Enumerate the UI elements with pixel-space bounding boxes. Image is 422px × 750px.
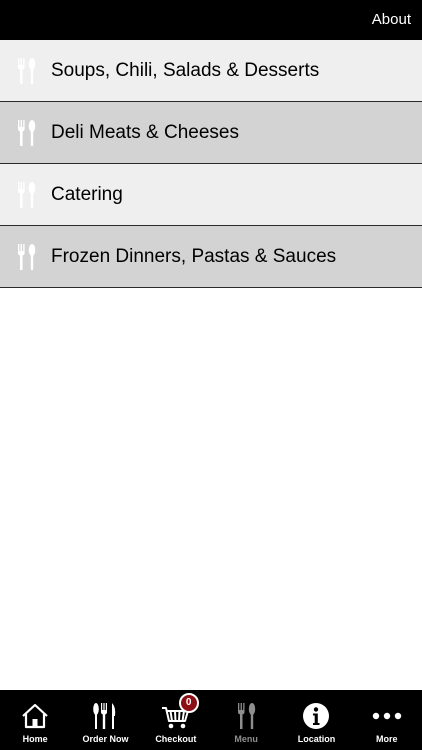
fork-knife-icon <box>238 703 256 729</box>
menu-item-label: Deli Meats & Cheeses <box>51 122 239 143</box>
tab-label: Order Now <box>82 734 129 744</box>
tab-home[interactable]: Home <box>0 690 70 750</box>
fork-knife-icon <box>18 244 36 270</box>
menu-item-frozen[interactable]: Frozen Dinners, Pastas & Sauces <box>0 226 422 288</box>
home-icon <box>22 703 48 729</box>
menu-item-label: Catering <box>51 184 123 205</box>
cart-count-badge: 0 <box>178 693 199 713</box>
bottom-tab-bar: Home Order Now 0 Checkout Menu Location … <box>0 690 422 750</box>
top-bar: About <box>0 0 422 40</box>
tab-location[interactable]: Location <box>281 690 351 750</box>
menu-item-catering[interactable]: Catering <box>0 164 422 226</box>
tab-menu[interactable]: Menu <box>211 690 281 750</box>
utensils-icon <box>93 703 116 729</box>
more-icon <box>372 712 401 720</box>
tab-label: More <box>376 734 398 744</box>
menu-item-deli[interactable]: Deli Meats & Cheeses <box>0 102 422 164</box>
tab-label: Checkout <box>155 734 197 744</box>
about-link[interactable]: About <box>372 11 411 29</box>
app-screen: About Soups, Chili, Salads & Desserts De… <box>0 0 422 750</box>
tab-more[interactable]: More <box>352 690 422 750</box>
menu-category-list: Soups, Chili, Salads & Desserts Deli Mea… <box>0 40 422 288</box>
fork-knife-icon <box>18 120 36 146</box>
menu-item-soups[interactable]: Soups, Chili, Salads & Desserts <box>0 40 422 102</box>
tab-label: Home <box>22 734 48 744</box>
fork-knife-icon <box>18 58 36 84</box>
tab-label: Location <box>297 734 336 744</box>
menu-item-label: Frozen Dinners, Pastas & Sauces <box>51 246 337 267</box>
tab-label: Menu <box>234 734 258 744</box>
info-icon <box>303 703 330 729</box>
menu-item-label: Soups, Chili, Salads & Desserts <box>51 60 320 81</box>
tab-order-now[interactable]: Order Now <box>70 690 140 750</box>
tab-checkout[interactable]: 0 Checkout <box>141 690 211 750</box>
fork-knife-icon <box>18 182 36 208</box>
